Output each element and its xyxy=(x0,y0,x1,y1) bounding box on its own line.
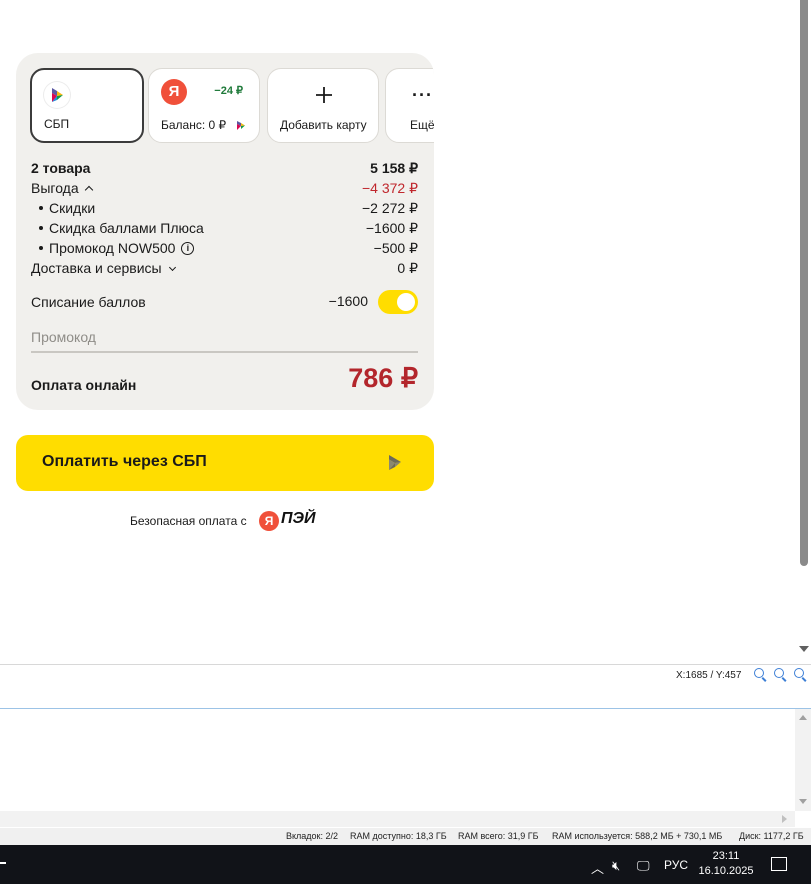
sbp-mini-icon xyxy=(237,121,245,130)
clock-date: 16.10.2025 xyxy=(698,865,754,877)
scrollbar-thumb[interactable] xyxy=(800,0,808,566)
summary-row-items: 2 товара 5 158 ₽ xyxy=(31,158,418,178)
yandex-logo-icon: Я xyxy=(161,79,187,105)
summary-label: Скидки xyxy=(49,200,96,216)
summary-value: 0 ₽ xyxy=(397,260,418,276)
zoom-out-icon[interactable] xyxy=(754,668,768,682)
summary-row-promo-code: Промокод NOW500 i −500 ₽ xyxy=(31,238,418,258)
summary-value: −2 272 ₽ xyxy=(361,200,418,216)
summary-value: 5 158 ₽ xyxy=(370,160,418,176)
summary-label: Скидка баллами Плюса xyxy=(49,220,204,236)
taskbar-app-indicator[interactable] xyxy=(0,862,6,864)
summary-label: Промокод NOW500 xyxy=(49,240,176,256)
status-ram-free: RAM доступно: 18,3 ГБ xyxy=(350,831,447,841)
more-methods-button[interactable]: ··· Ещё xyxy=(385,68,434,143)
payment-methods: СБП Я −24 ₽ Баланс: 0 ₽ Добавить карту ·… xyxy=(30,68,434,144)
screen: СБП Я −24 ₽ Баланс: 0 ₽ Добавить карту ·… xyxy=(0,0,811,884)
status-ram-total: RAM всего: 31,9 ГБ xyxy=(458,831,539,841)
order-summary: 2 товара 5 158 ₽ Выгода −4 372 ₽ Скидки … xyxy=(31,158,418,278)
promo-code-input[interactable]: Промокод xyxy=(31,327,418,353)
benefit-toggle[interactable]: Выгода xyxy=(31,178,93,198)
points-value: −1600 xyxy=(328,293,368,309)
payment-method-label: Ещё xyxy=(410,118,434,132)
plus-icon xyxy=(316,87,332,103)
delivery-toggle[interactable]: Доставка и сервисы xyxy=(31,258,176,278)
info-icon[interactable]: i xyxy=(181,241,195,255)
summary-label: Доставка и сервисы xyxy=(31,260,162,276)
total-value: 786 ₽ xyxy=(348,363,418,393)
panel-vertical-scrollbar[interactable] xyxy=(795,709,811,811)
points-label: Списание баллов xyxy=(31,294,146,310)
chevron-up-icon[interactable]: ︿ xyxy=(591,858,604,877)
cursor-coords: X:1685 / Y:457 xyxy=(676,670,742,681)
network-icon[interactable]: 🖵︎ xyxy=(637,858,650,874)
summary-value: −500 ₽ xyxy=(373,240,418,256)
chevron-down-icon xyxy=(168,263,176,272)
divider xyxy=(0,664,811,665)
payment-method-label: СБП xyxy=(44,117,70,131)
bullet-icon xyxy=(39,226,43,231)
pay-sbp-button[interactable]: Оплатить через СБП xyxy=(16,435,434,491)
chevron-up-icon xyxy=(84,185,93,195)
total-row: Оплата онлайн 786 ₽ xyxy=(31,363,418,397)
zoom-in-icon[interactable] xyxy=(794,668,808,682)
bullet-icon xyxy=(39,206,43,211)
language-indicator[interactable]: РУС xyxy=(664,858,688,872)
summary-row-plus-points: Скидка баллами Плюса −1600 ₽ xyxy=(31,218,418,238)
clock-time: 23:11 xyxy=(712,850,740,862)
yandex-pay-logo-icon: Я xyxy=(259,511,279,531)
panel-horizontal-scrollbar[interactable] xyxy=(0,811,795,827)
summary-row-benefit[interactable]: Выгода −4 372 ₽ xyxy=(31,178,418,198)
scroll-right-icon[interactable] xyxy=(782,815,787,823)
yandex-pay-logo-text: ПЭЙ xyxy=(281,510,316,527)
notifications-icon[interactable] xyxy=(771,857,787,871)
status-disk: Диск: 1177,2 ГБ xyxy=(739,831,804,841)
scroll-up-icon[interactable] xyxy=(799,715,807,720)
volume-muted-icon[interactable]: 🔇︎ xyxy=(612,858,620,874)
summary-value: −1600 ₽ xyxy=(365,220,418,236)
checkout-card: СБП Я −24 ₽ Баланс: 0 ₽ Добавить карту ·… xyxy=(16,53,434,410)
more-dots-icon: ··· xyxy=(412,85,433,105)
status-tabs: Вкладок: 2/2 xyxy=(286,831,339,841)
secure-payment-note: Безопасная оплата с Я ПЭЙ xyxy=(130,509,330,533)
promo-placeholder: Промокод xyxy=(31,329,96,345)
points-toggle[interactable] xyxy=(378,290,418,314)
toggle-knob xyxy=(397,293,415,311)
secure-text: Безопасная оплата с xyxy=(130,514,247,528)
zoom-reset-icon[interactable] xyxy=(774,668,788,682)
sbp-mono-icon xyxy=(389,455,401,470)
scroll-down-icon[interactable] xyxy=(799,799,807,804)
taskbar: ︿ 🔇︎ 🖵︎ РУС 23:11 16.10.2025 xyxy=(0,845,811,884)
scroll-down-icon[interactable] xyxy=(799,646,809,652)
output-panel xyxy=(0,708,811,828)
summary-row-delivery[interactable]: Доставка и сервисы 0 ₽ xyxy=(31,258,418,278)
pay-button-label: Оплатить через СБП xyxy=(42,453,207,470)
summary-label: Выгода xyxy=(31,180,79,196)
sbp-logo-icon xyxy=(44,82,70,108)
status-bar: Вкладок: 2/2 RAM доступно: 18,3 ГБ RAM в… xyxy=(0,828,811,845)
total-label: Оплата онлайн xyxy=(31,377,137,393)
payment-method-balance[interactable]: Я −24 ₽ Баланс: 0 ₽ xyxy=(148,68,260,143)
clock[interactable]: 23:11 16.10.2025 xyxy=(698,849,754,879)
points-writeoff-row: Списание баллов −1600 xyxy=(31,290,418,316)
summary-label: 2 товара xyxy=(31,160,91,176)
payment-method-label: Добавить карту xyxy=(280,118,367,132)
summary-value: −4 372 ₽ xyxy=(361,180,418,196)
add-card-button[interactable]: Добавить карту xyxy=(267,68,379,143)
bullet-icon xyxy=(39,246,43,251)
page-scrollbar[interactable] xyxy=(797,0,811,662)
payment-method-label: Баланс: 0 ₽ xyxy=(161,118,227,132)
bonus-badge: −24 ₽ xyxy=(214,85,243,97)
payment-method-sbp[interactable]: СБП xyxy=(30,68,144,143)
summary-row-discounts: Скидки −2 272 ₽ xyxy=(31,198,418,218)
status-ram-used: RAM используется: 588,2 МБ + 730,1 МБ xyxy=(552,831,723,841)
